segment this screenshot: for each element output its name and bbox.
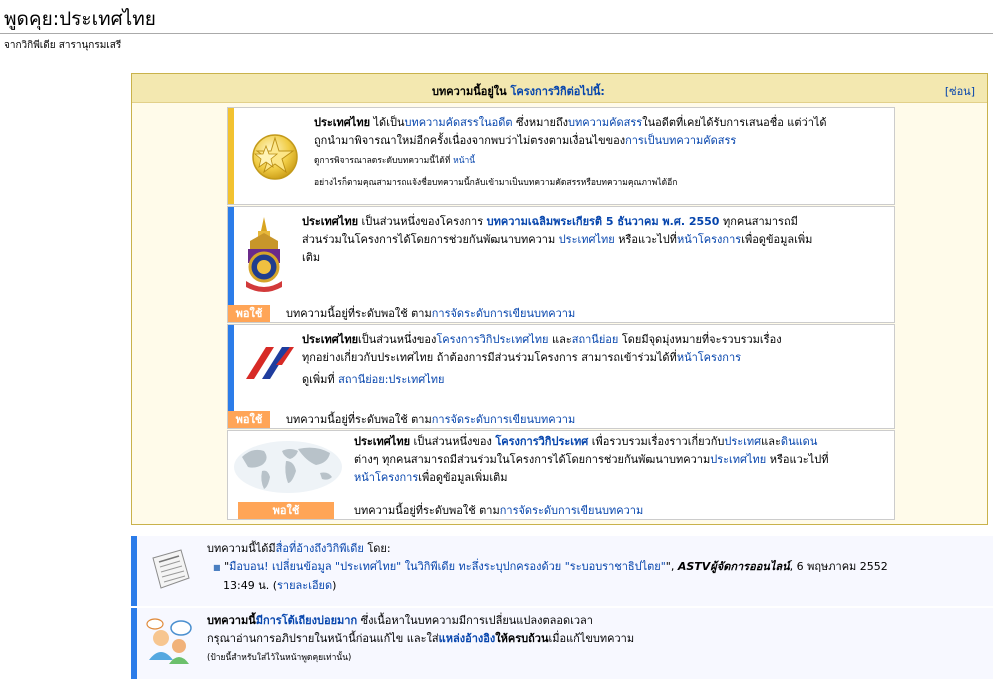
royal-emblem-icon bbox=[246, 217, 282, 292]
king-project-link[interactable]: บทความเฉลิมพระเกียรติ 5 ธันวาคม พ.ศ. 255… bbox=[487, 215, 720, 228]
countries-project-rating-row: พอใช้ บทความนี้อยู่ที่ระดับพอใช้ ตามการจ… bbox=[228, 502, 894, 519]
thailand-project-rating-row: พอใช้ บทความนี้อยู่ที่ระดับพอใช้ ตามการจ… bbox=[228, 411, 894, 428]
thailand-project-logo-icon bbox=[246, 347, 294, 379]
world-map-icon bbox=[234, 441, 342, 493]
discussion-people-icon bbox=[146, 618, 192, 664]
rating-description: บทความนี้อยู่ที่ระดับพอใช้ ตามการจัดระดั… bbox=[354, 504, 644, 517]
wikiproject-banner-title: บทความนี้อยู่ใน โครงการวิกิต่อไปนี้: bbox=[432, 85, 605, 98]
media-notice-text: บทความนี้ได้มีสื่อที่อ้างถึงวิกิพีเดีย โ… bbox=[207, 542, 888, 592]
media-reference-link[interactable]: สื่อที่อ้างถึงวิกิพีเดีย bbox=[276, 542, 364, 555]
news-article-link[interactable]: มือบอน! เปลี่ยนข้อมูล "ประเทศไทย" ในวิกิ… bbox=[229, 560, 666, 573]
territory-link[interactable]: ดินแดน bbox=[781, 435, 817, 448]
thailand-project-box: ประเทศไทยเป็นส่วนหนึ่งของโครงการวิกิประเ… bbox=[227, 324, 895, 429]
wikiproject-countries-link[interactable]: โครงการวิกิประเทศ bbox=[495, 435, 588, 448]
wikiproject-banner-header: บทความนี้อยู่ใน โครงการวิกิต่อไปนี้: [ซ่… bbox=[132, 74, 987, 103]
rating-description: บทความนี้อยู่ที่ระดับพอใช้ ตามการจัดระดั… bbox=[286, 307, 576, 320]
bullet-icon: ■ bbox=[213, 563, 221, 572]
hide-toggle[interactable]: [ซ่อน] bbox=[945, 82, 975, 100]
controversial-link[interactable]: มีการโต้เถียงบ่อยมาก bbox=[256, 614, 357, 627]
thailand-project-text: ประเทศไทยเป็นส่วนหนึ่งของโครงการวิกิประเ… bbox=[302, 333, 782, 386]
portal-link[interactable]: สถานีย่อย bbox=[572, 333, 619, 346]
assessment-link[interactable]: การจัดระดับการเขียนบทความ bbox=[432, 413, 575, 426]
portal-thailand-link[interactable]: สถานีย่อย:ประเทศไทย bbox=[338, 373, 444, 386]
citation-link[interactable]: แหล่งอ้างอิง bbox=[439, 632, 496, 645]
demotion-review-link[interactable]: หน้านี้ bbox=[453, 156, 475, 166]
country-link[interactable]: ประเทศ bbox=[724, 435, 761, 448]
details-link[interactable]: รายละเอียด bbox=[277, 579, 332, 592]
project-page-link[interactable]: หน้าโครงการ bbox=[354, 471, 418, 484]
former-fa-link[interactable]: บทความคัดสรรในอดีต bbox=[404, 116, 512, 129]
former-fa-bar bbox=[228, 108, 234, 204]
wikiproject-thailand-link[interactable]: โครงการวิกิประเทศไทย bbox=[436, 333, 548, 346]
countries-project-box: ประเทศไทย เป็นส่วนหนึ่งของ โครงการวิกิปร… bbox=[227, 430, 895, 520]
former-fa-text: ประเทศไทย ได้เป็นบทความคัดสรรในอดีต ซึ่ง… bbox=[314, 116, 827, 188]
rating-badge: พอใช้ bbox=[228, 411, 270, 428]
media-notice-bar bbox=[131, 536, 137, 606]
assessment-link[interactable]: การจัดระดับการเขียนบทความ bbox=[500, 504, 643, 517]
king-project-rating-row: พอใช้ บทความนี้อยู่ที่ระดับพอใช้ ตามการจ… bbox=[228, 305, 894, 322]
project-page-link[interactable]: หน้าโครงการ bbox=[677, 351, 741, 364]
former-featured-article-box: ประเทศไทย ได้เป็นบทความคัดสรรในอดีต ซึ่ง… bbox=[227, 107, 895, 205]
controversy-notice-text: บทความนี้มีการโต้เถียงบ่อยมาก ซึ่งเนื้อห… bbox=[207, 614, 635, 663]
page-title: พูดคุย:ประเทศไทย bbox=[4, 8, 156, 30]
title-divider bbox=[0, 33, 993, 34]
rating-badge: พอใช้ bbox=[238, 502, 334, 519]
newspaper-icon bbox=[152, 549, 190, 589]
countries-project-text: ประเทศไทย เป็นส่วนหนึ่งของ โครงการวิกิปร… bbox=[354, 435, 829, 484]
thailand-article-link[interactable]: ประเทศไทย bbox=[559, 233, 615, 246]
former-featured-star-icon bbox=[252, 134, 298, 180]
rating-description: บทความนี้อยู่ที่ระดับพอใช้ ตามการจัดระดั… bbox=[286, 413, 576, 426]
thailand-article-link[interactable]: ประเทศไทย bbox=[710, 453, 766, 466]
site-tagline: จากวิกิพีเดีย สารานุกรมเสรี bbox=[4, 40, 122, 51]
project-page-link[interactable]: หน้าโครงการ bbox=[677, 233, 741, 246]
wikiprojects-link[interactable]: โครงการวิกิต่อไปนี้: bbox=[511, 85, 605, 98]
controversial-notice: บทความนี้มีการโต้เถียงบ่อยมาก ซึ่งเนื้อห… bbox=[131, 608, 993, 679]
fa-criteria-link[interactable]: การเป็นบทความคัดสรร bbox=[625, 134, 736, 147]
assessment-link[interactable]: การจัดระดับการเขียนบทความ bbox=[432, 307, 575, 320]
rating-badge: พอใช้ bbox=[228, 305, 270, 322]
wikiproject-banner-shell: บทความนี้อยู่ใน โครงการวิกิต่อไปนี้: [ซ่… bbox=[131, 73, 988, 525]
controversy-notice-bar bbox=[131, 608, 137, 679]
featured-article-link[interactable]: บทความคัดสรร bbox=[568, 116, 642, 129]
king-project-text: ประเทศไทย เป็นส่วนหนึ่งของโครงการ บทความ… bbox=[302, 215, 813, 264]
media-mention-notice: บทความนี้ได้มีสื่อที่อ้างถึงวิกิพีเดีย โ… bbox=[131, 536, 993, 606]
king-celebration-project-box: ประเทศไทย เป็นส่วนหนึ่งของโครงการ บทความ… bbox=[227, 206, 895, 323]
